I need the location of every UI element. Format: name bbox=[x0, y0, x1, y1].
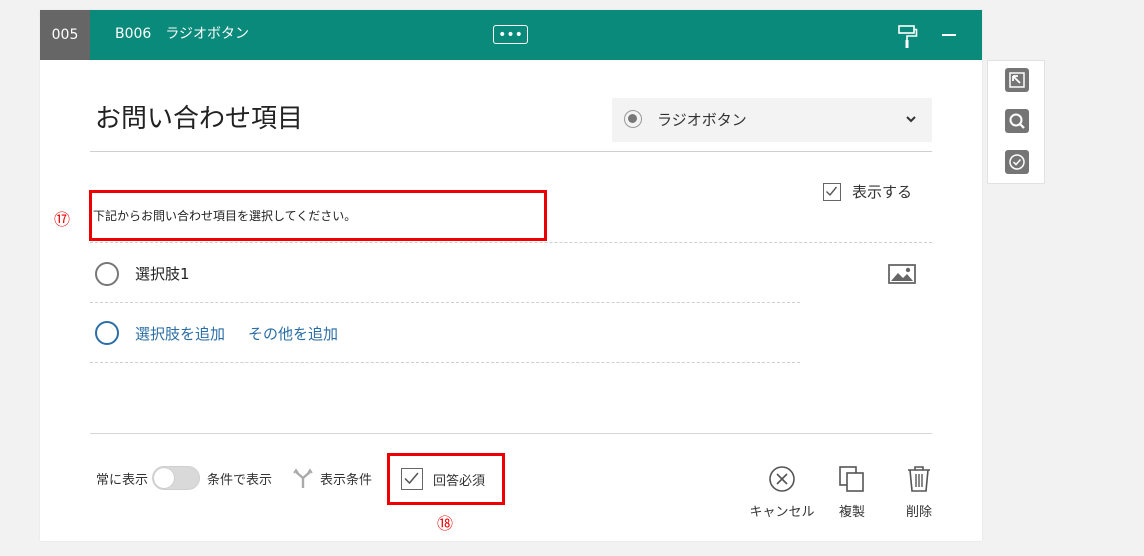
delete-button[interactable]: 削除 bbox=[899, 465, 939, 520]
card-header: 005 B006 ラジオボタン ••• bbox=[40, 10, 982, 60]
required-label: 回答必須 bbox=[433, 473, 486, 489]
duplicate-label: 複製 bbox=[838, 505, 865, 520]
question-type-select[interactable]: ラジオボタン bbox=[612, 98, 932, 142]
checkbox-checked-icon bbox=[823, 182, 841, 201]
show-description-label: 表示する bbox=[852, 183, 913, 201]
display-condition-label: 表示条件 bbox=[320, 472, 373, 488]
paint-roller-icon[interactable] bbox=[898, 25, 918, 49]
cancel-label: キャンセル bbox=[749, 505, 815, 520]
radio-circle-icon bbox=[95, 262, 119, 286]
description-divider bbox=[90, 242, 932, 243]
more-options-button[interactable]: ••• bbox=[493, 25, 528, 44]
copy-icon bbox=[839, 466, 864, 492]
cancel-icon bbox=[769, 466, 795, 492]
choice-label[interactable]: 選択肢1 bbox=[135, 263, 190, 284]
move-up-icon[interactable] bbox=[1005, 68, 1029, 92]
minimize-icon[interactable] bbox=[942, 34, 956, 36]
show-description-checkbox[interactable]: 表示する bbox=[823, 181, 912, 202]
visibility-controls: 常に表示 条件で表示 bbox=[96, 466, 272, 490]
trash-icon bbox=[908, 466, 930, 492]
search-icon[interactable] bbox=[1005, 109, 1029, 133]
description-text[interactable]: 下記からお問い合わせ項目を選択してください。 bbox=[93, 207, 356, 224]
cancel-button[interactable]: キャンセル bbox=[747, 465, 817, 520]
annotation-marker-17: ⑰ bbox=[54, 210, 71, 229]
title-divider bbox=[90, 151, 932, 152]
duplicate-button[interactable]: 複製 bbox=[832, 465, 872, 520]
choice-divider bbox=[90, 302, 800, 303]
visibility-toggle[interactable] bbox=[152, 466, 201, 490]
conditional-show-label: 条件で表示 bbox=[207, 472, 273, 488]
footer-divider bbox=[90, 433, 932, 434]
chevron-down-icon bbox=[904, 111, 918, 125]
add-choice-radio-icon bbox=[95, 321, 119, 345]
side-toolbar bbox=[987, 60, 1045, 184]
add-choice-link[interactable]: 選択肢を追加 bbox=[135, 323, 225, 344]
image-icon[interactable] bbox=[888, 264, 916, 284]
add-other-link[interactable]: その他を追加 bbox=[248, 323, 338, 344]
always-show-label: 常に表示 bbox=[96, 472, 149, 488]
checkbox-checked-icon bbox=[401, 468, 423, 490]
branch-icon bbox=[292, 467, 314, 489]
question-type-label: ラジオボタン bbox=[657, 111, 747, 129]
question-card: 005 B006 ラジオボタン ••• お問い合わせ項目 ラジオボタン 表示する… bbox=[40, 10, 982, 541]
display-condition-button[interactable]: 表示条件 bbox=[292, 466, 372, 490]
add-divider bbox=[90, 362, 800, 363]
radio-button-icon bbox=[624, 110, 642, 128]
question-id-title: B006 ラジオボタン bbox=[115, 26, 250, 42]
toggle-knob bbox=[154, 468, 175, 488]
delete-label: 削除 bbox=[905, 505, 932, 520]
question-number: 005 bbox=[40, 10, 90, 60]
question-title[interactable]: お問い合わせ項目 bbox=[95, 98, 303, 135]
required-checkbox[interactable]: 回答必須 bbox=[401, 468, 485, 490]
annotation-marker-18: ⑱ bbox=[437, 514, 454, 533]
check-circle-icon[interactable] bbox=[1005, 150, 1029, 174]
